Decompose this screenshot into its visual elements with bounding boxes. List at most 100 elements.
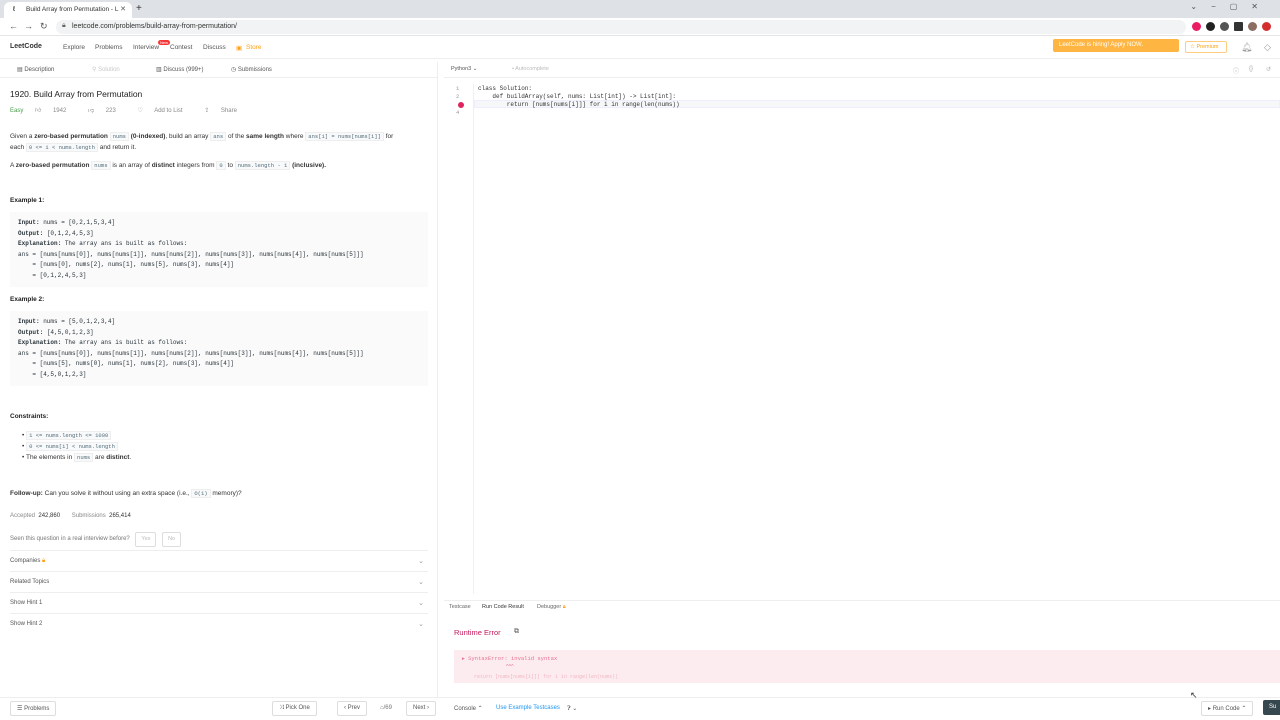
constraint-3: • The elements in nums are distinct. xyxy=(22,453,132,462)
nav-interview[interactable]: Interview xyxy=(133,44,159,51)
tab-discuss[interactable]: ▥ Discuss (999+) xyxy=(156,66,204,73)
line-number: 1 xyxy=(456,85,460,92)
line-number: 2 xyxy=(456,93,460,100)
text: memory)? xyxy=(212,490,242,497)
reload-icon[interactable]: ↻ xyxy=(40,21,48,32)
url-text: leetcode.com/problems/build-array-from-p… xyxy=(72,23,237,30)
submissions-label: Submissions xyxy=(71,513,106,519)
window-controls[interactable]: ⌄−▢✕ xyxy=(1190,2,1272,11)
tab-submissions[interactable]: ◷ Submissions xyxy=(231,66,272,73)
submit-button[interactable]: Su xyxy=(1263,700,1280,715)
code-line[interactable]: return [nums[nums[i]]] for i in range(le… xyxy=(478,101,680,108)
console-label: Console xyxy=(454,706,477,712)
panel-splitter[interactable] xyxy=(437,62,443,697)
lock-icon: 🔒︎ xyxy=(42,558,46,564)
copy-icon[interactable]: ⧉ xyxy=(514,628,519,636)
bell-icon[interactable]: 🔔︎ xyxy=(1241,42,1252,53)
tab-description[interactable]: ▤ Description xyxy=(17,66,54,73)
inline-code: ans[i] = nums[nums[i]] xyxy=(305,132,384,141)
tab-solution[interactable]: ⚲ Solution xyxy=(92,66,120,73)
inline-code: nums.length - 1 xyxy=(234,161,291,170)
autocomplete-toggle[interactable]: • Autocomplete xyxy=(512,66,549,72)
problem-title: 1920. Build Array from Permutation xyxy=(10,89,143,99)
pick-one-button[interactable]: ⤨ Pick One xyxy=(272,701,317,716)
reset-icon[interactable]: ↺ xyxy=(1266,66,1271,73)
problems-label: Problems xyxy=(24,706,50,712)
nav-store[interactable]: Store xyxy=(246,44,262,51)
puzzle-icon[interactable] xyxy=(1220,22,1229,31)
problem-paragraph-1: Given a zero-based permutation nums (0-i… xyxy=(10,131,430,153)
text: nums = [0,2,1,5,3,4] xyxy=(39,219,116,226)
lock-icon: 🔒︎ xyxy=(62,22,66,29)
problems-button[interactable]: ☰ Problems xyxy=(10,701,57,716)
sidebar-icon[interactable] xyxy=(1234,22,1243,31)
add-to-list-button[interactable]: ♡ Add to List xyxy=(137,108,192,114)
page-text: /69 xyxy=(383,705,392,711)
text: and return it. xyxy=(99,144,137,151)
new-tab-icon[interactable]: + xyxy=(136,3,142,14)
tab-submissions-label: Submissions xyxy=(237,67,272,73)
dislike-button[interactable]: 👎︎ 223 xyxy=(88,108,126,114)
next-label: Next xyxy=(413,705,426,711)
url-field[interactable]: 🔒︎ leetcode.com/problems/build-array-fro… xyxy=(56,20,1186,34)
code-line[interactable]: class Solution: xyxy=(478,85,532,92)
text: Given a xyxy=(10,133,33,140)
store-icon[interactable]: ▣ xyxy=(236,44,242,52)
nav-discuss[interactable]: Discuss xyxy=(203,44,226,51)
leetcode-logo[interactable]: LeetCode xyxy=(10,43,42,50)
share-button[interactable]: ⇪ Share xyxy=(204,108,247,114)
extension-icon[interactable] xyxy=(1206,22,1215,31)
nav-contest[interactable]: Contest xyxy=(170,44,192,51)
fire-icon[interactable]: ◇ xyxy=(1264,42,1271,53)
use-example-testcases-link[interactable]: Use Example Testcases xyxy=(496,705,560,711)
text: Input: xyxy=(18,219,40,226)
bottom-bar: ☰ Problems ⤨ Pick One ‹ Prev ⌂/69 Next ›… xyxy=(0,697,1280,720)
close-tab-icon[interactable]: ✕ xyxy=(120,5,126,13)
prev-button[interactable]: ‹ Prev xyxy=(337,701,368,716)
info-icon[interactable]: ⓘ xyxy=(1233,66,1239,75)
extension-icon[interactable] xyxy=(1192,22,1201,31)
text: (inclusive). xyxy=(292,162,327,169)
hiring-banner[interactable]: LeetCode is hiring! Apply NOW. xyxy=(1053,39,1179,52)
text: A xyxy=(10,162,14,169)
hint-1-section[interactable]: Show Hint 1 ⌄ xyxy=(10,592,428,613)
follow-up: Follow-up: Can you solve it without usin… xyxy=(10,488,242,499)
text: Output: xyxy=(18,229,44,237)
related-topics-section[interactable]: Related Topics ⌄ xyxy=(10,571,428,592)
code-line[interactable]: def buildArray(self, nums: List[int]) ->… xyxy=(478,93,676,100)
error-code-line: return [nums[nums[i]]] for i in range(le… xyxy=(474,674,619,680)
no-button[interactable]: No xyxy=(162,532,182,547)
braces-icon[interactable]: {} xyxy=(1249,66,1253,72)
run-code-button[interactable]: ▸ Run Code ⌃ xyxy=(1201,701,1254,716)
tab-debugger[interactable]: Debugger 🔒︎ xyxy=(537,604,566,611)
pick-one-label: Pick One xyxy=(285,705,310,711)
nav-problems[interactable]: Problems xyxy=(95,44,122,51)
inline-code: nums xyxy=(74,453,94,462)
menu-icon[interactable] xyxy=(1262,22,1271,31)
companies-section[interactable]: Companies 🔒︎ ⌄ xyxy=(10,550,428,571)
premium-button[interactable]: ☆ Premium xyxy=(1185,41,1227,53)
console-toggle[interactable]: Console ⌃ xyxy=(454,705,483,712)
text: are xyxy=(95,454,105,461)
help-icon[interactable]: ❓︎ ⌄ xyxy=(567,705,577,713)
yes-button[interactable]: Yes xyxy=(135,532,157,547)
forward-icon[interactable]: → xyxy=(24,21,33,31)
back-icon[interactable]: ← xyxy=(9,21,18,31)
nav-explore[interactable]: Explore xyxy=(63,44,85,51)
like-button[interactable]: 👍︎ 1942 xyxy=(35,108,76,114)
tab-run-code-result[interactable]: Run Code Result xyxy=(482,604,524,610)
text: [4,5,0,1,2,3] xyxy=(43,328,94,336)
hint-2-section[interactable]: Show Hint 2 ⌄ xyxy=(10,613,428,634)
avatar[interactable] xyxy=(1248,22,1257,31)
shuffle-icon: ⤨ xyxy=(279,705,284,711)
browser-tab[interactable]: ℓ Build Array from Permutation - L ✕ xyxy=(4,2,132,18)
tab-testcase[interactable]: Testcase xyxy=(449,604,471,610)
text: The array ans is built as follows: xyxy=(61,240,188,247)
text: to xyxy=(227,162,233,169)
tab-title: Build Array from Permutation - L xyxy=(26,6,119,13)
text: Seen this question in a real interview b… xyxy=(10,536,130,542)
text: distinct xyxy=(151,162,175,169)
next-button[interactable]: Next › xyxy=(406,701,437,716)
language-select[interactable]: Python3 ⌄ xyxy=(451,66,477,72)
difficulty-badge: Easy xyxy=(10,108,24,114)
